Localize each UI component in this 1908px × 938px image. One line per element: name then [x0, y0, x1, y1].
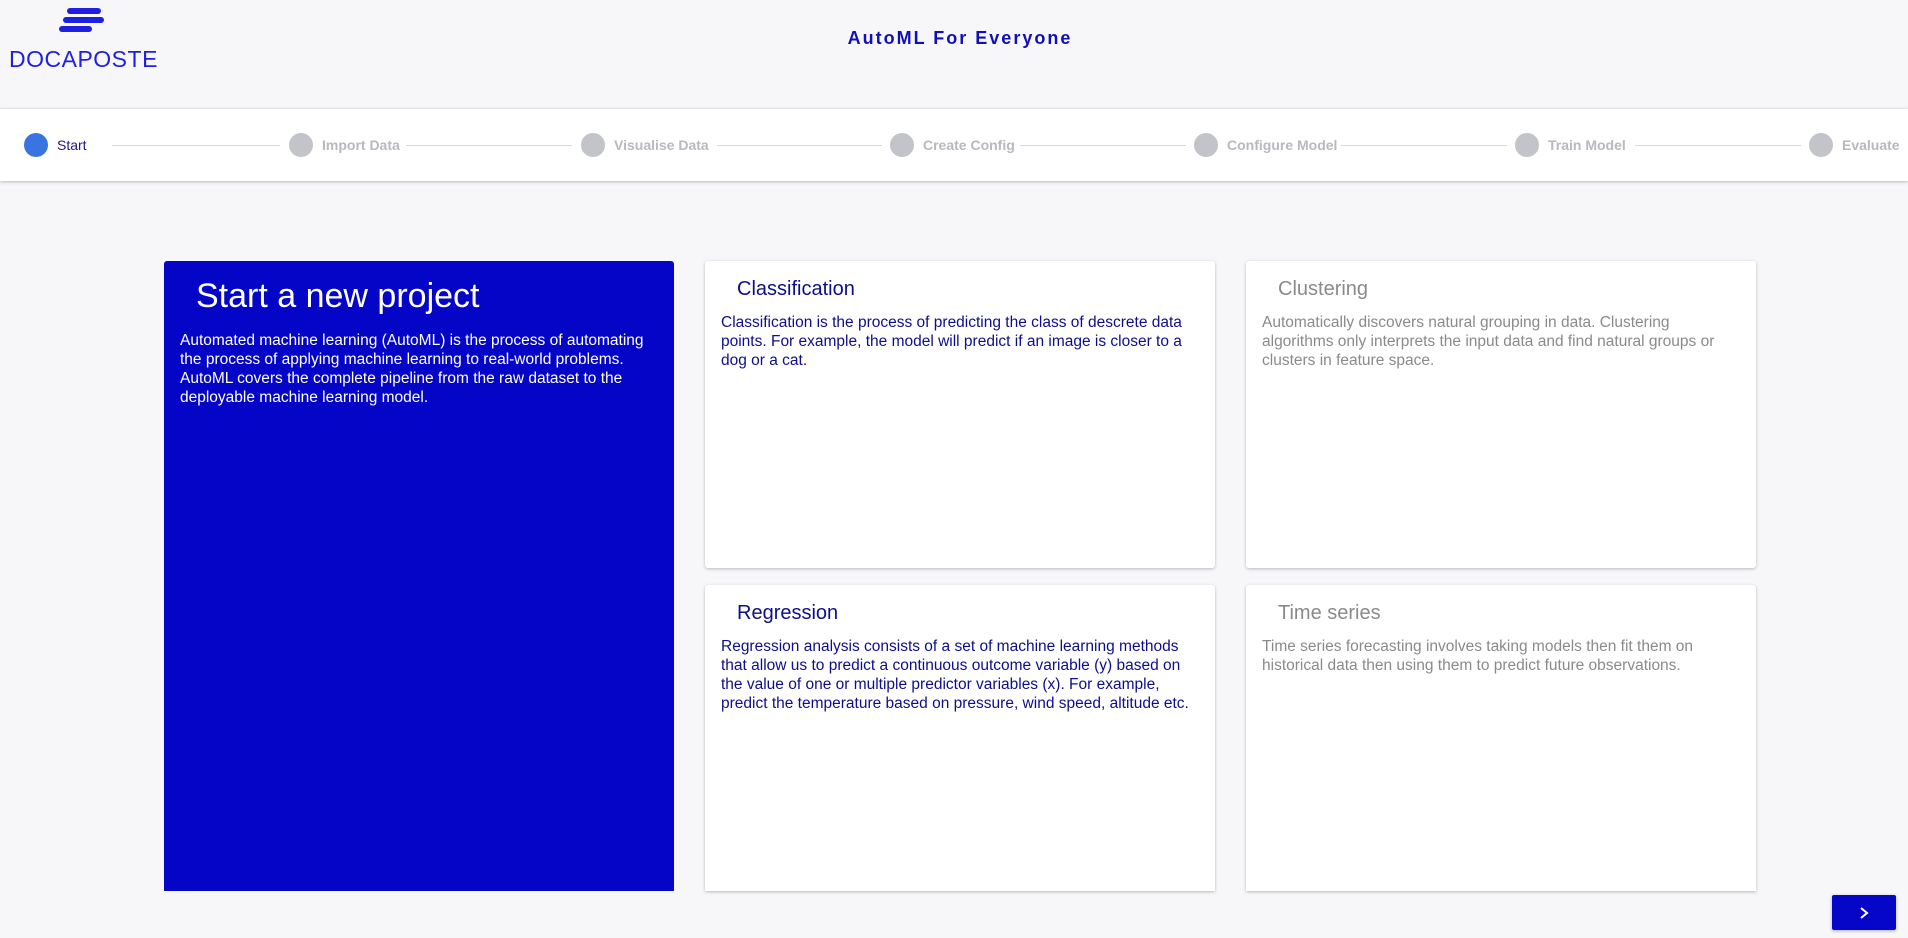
card-description: Time series forecasting involves taking …: [1262, 638, 1694, 674]
step-indicator-icon: [289, 133, 313, 157]
step-connector: [1020, 145, 1186, 146]
card-title: Clustering: [1278, 278, 1369, 300]
card-title: Regression: [737, 602, 839, 624]
chevron-right-icon: [1860, 906, 1869, 919]
new-project-description: Automated machine learning (AutoML) is t…: [180, 332, 644, 406]
step-start[interactable]: Start: [24, 133, 87, 157]
logo-text: DOCAPOSTE: [9, 46, 158, 72]
step-label: Start: [57, 137, 87, 153]
step-label: Train Model: [1548, 137, 1626, 153]
step-indicator-icon: [1194, 133, 1218, 157]
step-connector: [112, 145, 280, 146]
card-description: Automatically discovers natural grouping…: [1262, 314, 1715, 369]
card-description: Classification is the process of predict…: [721, 314, 1182, 369]
step-connector: [1341, 145, 1507, 146]
step-visualise-data[interactable]: Visualise Data: [581, 133, 709, 157]
step-configure-model[interactable]: Configure Model: [1194, 133, 1337, 157]
app-header: DOCAPOSTE AutoML For Everyone: [0, 0, 1908, 108]
time-series-card[interactable]: Time series Time series forecasting invo…: [1246, 585, 1756, 891]
stepper: Start Import Data Visualise Data Create …: [0, 109, 1908, 181]
next-button[interactable]: [1832, 895, 1896, 930]
card-description: Regression analysis consists of a set of…: [721, 638, 1189, 712]
step-indicator-icon: [1809, 133, 1833, 157]
clustering-card[interactable]: Clustering Automatically discovers natur…: [1246, 261, 1756, 568]
step-label: Evaluate: [1842, 137, 1900, 153]
step-label: Import Data: [322, 137, 400, 153]
step-indicator-icon: [1515, 133, 1539, 157]
step-connector: [717, 145, 882, 146]
step-create-config[interactable]: Create Config: [890, 133, 1015, 157]
step-label: Configure Model: [1227, 137, 1338, 153]
classification-card[interactable]: Classification Classification is the pro…: [705, 261, 1215, 568]
step-indicator-icon: [24, 133, 48, 157]
step-label: Visualise Data: [614, 137, 709, 153]
step-connector: [1635, 145, 1801, 146]
card-title: Classification: [737, 278, 855, 300]
new-project-panel: Start a new project Automated machine le…: [164, 261, 674, 891]
step-indicator-icon: [581, 133, 605, 157]
step-connector: [406, 145, 572, 146]
regression-card[interactable]: Regression Regression analysis consists …: [705, 585, 1215, 891]
card-title: Time series: [1278, 602, 1381, 624]
step-indicator-icon: [890, 133, 914, 157]
step-evaluate[interactable]: Evaluate: [1809, 133, 1900, 157]
step-train-model[interactable]: Train Model: [1515, 133, 1626, 157]
new-project-title: Start a new project: [196, 277, 480, 315]
step-label: Create Config: [923, 137, 1015, 153]
app-title: AutoML For Everyone: [847, 28, 1073, 48]
step-import-data[interactable]: Import Data: [289, 133, 400, 157]
